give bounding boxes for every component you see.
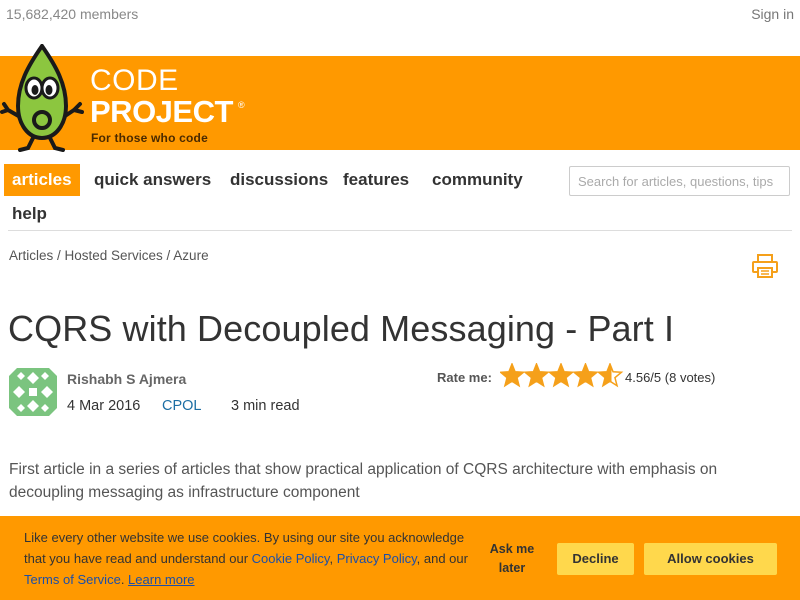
breadcrumb[interactable]: Articles / Hosted Services / Azure bbox=[9, 248, 209, 263]
star-icon[interactable] bbox=[547, 363, 575, 388]
nav-help[interactable]: help bbox=[4, 198, 55, 230]
logo-registered-mark: ® bbox=[238, 100, 245, 110]
decline-button[interactable]: Decline bbox=[557, 543, 634, 575]
top-bar: 15,682,420 members Sign in bbox=[0, 0, 800, 28]
article-date: 4 Mar 2016 bbox=[67, 398, 141, 414]
logo-project-text[interactable]: PROJECT bbox=[90, 96, 233, 128]
nav-features[interactable]: features bbox=[335, 164, 417, 196]
allow-cookies-button[interactable]: Allow cookies bbox=[644, 543, 777, 575]
learn-more-link[interactable]: Learn more bbox=[128, 572, 194, 587]
read-time: 3 min read bbox=[231, 398, 300, 414]
rating-stars[interactable] bbox=[500, 363, 624, 389]
star-icon[interactable] bbox=[523, 363, 550, 388]
star-icon[interactable] bbox=[572, 363, 599, 388]
article-summary: First article in a series of articles th… bbox=[9, 461, 718, 501]
star-icon[interactable] bbox=[500, 363, 526, 388]
rating-score: 4.56/5 bbox=[625, 370, 662, 385]
author-avatar[interactable] bbox=[9, 368, 57, 416]
cookie-comma: , bbox=[329, 551, 337, 566]
nav-articles[interactable]: articles bbox=[4, 164, 80, 196]
ask-me-later-button[interactable]: Ask me later bbox=[482, 540, 542, 578]
cookie-message: Like every other website we use cookies.… bbox=[24, 527, 474, 590]
rate-label: Rate me: bbox=[437, 370, 492, 385]
cookie-policy-link[interactable]: Cookie Policy bbox=[252, 551, 330, 566]
sign-in-link[interactable]: Sign in bbox=[751, 6, 794, 22]
member-count: 15,682,420 members bbox=[6, 6, 139, 22]
nav-quick-answers[interactable]: quick answers bbox=[86, 164, 219, 196]
terms-of-service-link[interactable]: Terms of Service bbox=[24, 572, 121, 587]
bob-mascot-icon[interactable] bbox=[0, 44, 84, 152]
nav-divider bbox=[8, 230, 792, 231]
cookie-period: . bbox=[120, 572, 129, 587]
star-icon[interactable] bbox=[596, 363, 624, 388]
nav-community[interactable]: community bbox=[424, 164, 531, 196]
cookie-and-our: , and our bbox=[416, 551, 468, 566]
logo-code-text[interactable]: CODE bbox=[90, 66, 179, 96]
search-input[interactable] bbox=[569, 166, 790, 196]
privacy-policy-link[interactable]: Privacy Policy bbox=[337, 551, 417, 566]
print-icon[interactable] bbox=[751, 253, 779, 279]
rating-value: 4.56/5 (8 votes) bbox=[625, 370, 715, 385]
author-name[interactable]: Rishabh S Ajmera bbox=[67, 371, 186, 387]
nav-discussions[interactable]: discussions bbox=[222, 164, 336, 196]
license-link[interactable]: CPOL bbox=[162, 398, 202, 414]
article-title: CQRS with Decoupled Messaging - Part I bbox=[8, 308, 675, 349]
rating-votes: (8 votes) bbox=[664, 370, 716, 385]
logo-tagline: For those who code bbox=[91, 131, 208, 145]
